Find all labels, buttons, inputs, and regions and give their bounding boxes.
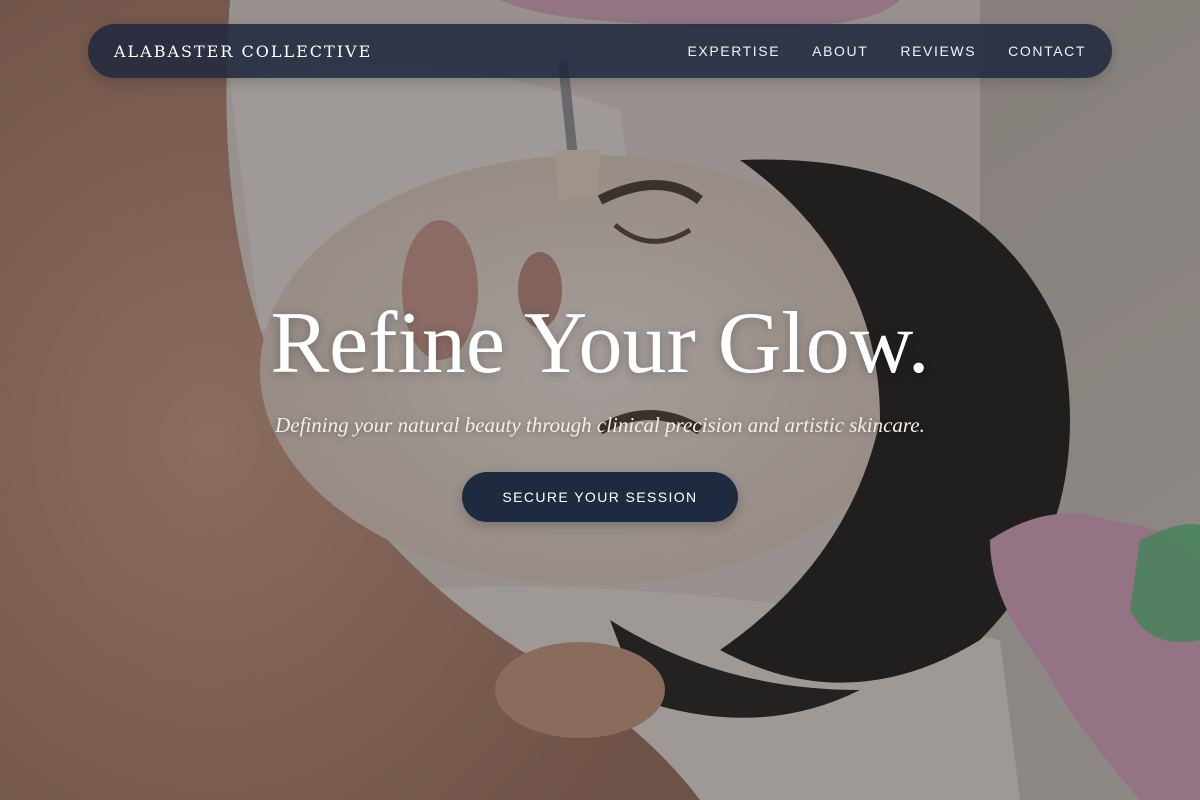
nav-link-reviews[interactable]: REVIEWS — [900, 43, 976, 59]
hero-title: Refine Your Glow. — [270, 295, 930, 392]
secure-session-button[interactable]: SECURE YOUR SESSION — [462, 472, 738, 522]
hero-subtitle: Defining your natural beauty through cli… — [275, 413, 925, 437]
hero-section: ALABASTER COLLECTIVE EXPERTISE ABOUT REV… — [0, 0, 1200, 800]
nav-link-about[interactable]: ABOUT — [812, 43, 868, 59]
hero-content: Refine Your Glow. Defining your natural … — [0, 292, 1200, 522]
navbar: ALABASTER COLLECTIVE EXPERTISE ABOUT REV… — [88, 24, 1112, 78]
nav-link-expertise[interactable]: EXPERTISE — [687, 43, 780, 59]
nav-links: EXPERTISE ABOUT REVIEWS CONTACT — [687, 43, 1086, 59]
nav-link-contact[interactable]: CONTACT — [1008, 43, 1086, 59]
brand-logo[interactable]: ALABASTER COLLECTIVE — [114, 42, 372, 61]
